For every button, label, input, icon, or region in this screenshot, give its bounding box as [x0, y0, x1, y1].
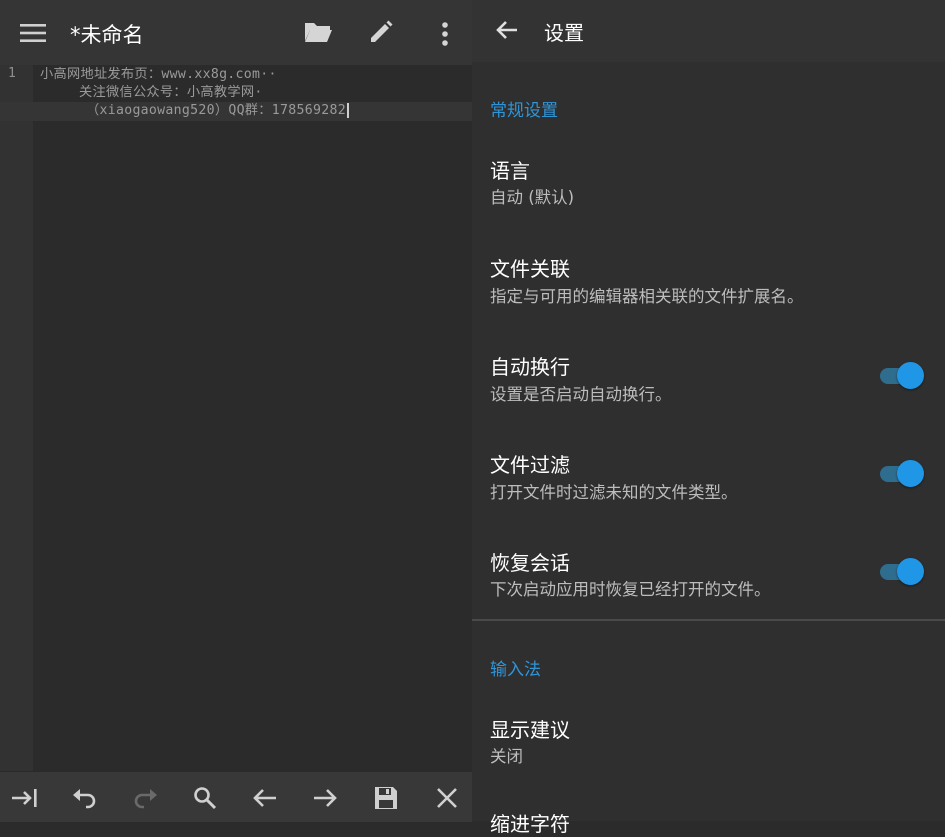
text-cursor — [346, 102, 349, 118]
arrow-right-icon[interactable] — [310, 784, 340, 812]
editor-toolbar: *未命名 — [0, 0, 472, 65]
word-wrap-toggle[interactable] — [878, 360, 924, 390]
setting-subtitle: 自动 (默认) — [490, 188, 575, 207]
close-icon[interactable] — [432, 784, 462, 812]
text-line: 小高网地址发布页：www.xx8g.com·· — [40, 67, 277, 82]
section-header-general: 常规设置 — [490, 101, 558, 121]
pencil-icon[interactable] — [364, 16, 398, 48]
arrow-left-icon[interactable] — [250, 784, 280, 812]
restore-session-toggle[interactable] — [878, 556, 924, 586]
text-line: （xiaogaowang520）QQ群：178569282 — [40, 102, 470, 120]
line-gutter — [0, 65, 33, 771]
text-line: 关注微信公众号：小高教学网· — [79, 85, 263, 100]
setting-title: 自动换行 — [490, 355, 570, 379]
more-vert-icon[interactable] — [430, 18, 460, 50]
search-icon[interactable] — [190, 784, 220, 812]
menu-icon[interactable] — [16, 18, 50, 48]
save-icon[interactable] — [371, 784, 401, 812]
toggle-knob — [897, 558, 924, 585]
setting-subtitle: 指定与可用的编辑器相关联的文件扩展名。 — [490, 287, 804, 306]
settings-toolbar: 设置 — [472, 0, 945, 62]
undo-icon[interactable] — [70, 784, 100, 812]
setting-title: 语言 — [490, 159, 530, 183]
editor-text[interactable]: 小高网地址发布页：www.xx8g.com·· 关注微信公众号：小高教学网· （… — [40, 66, 470, 120]
setting-title: 文件关联 — [490, 257, 570, 281]
section-divider — [472, 619, 945, 621]
code-editor[interactable]: 1 小高网地址发布页：www.xx8g.com·· 关注微信公众号：小高教学网·… — [0, 65, 472, 771]
settings-pane: 设置 常规设置 语言 自动 (默认) 文件关联 指定与可用的编辑器相关联的文件扩… — [472, 0, 945, 836]
file-filter-toggle[interactable] — [878, 458, 924, 488]
setting-title: 文件过滤 — [490, 453, 570, 477]
toggle-knob — [897, 460, 924, 487]
document-title: *未命名 — [70, 23, 144, 47]
setting-subtitle: 下次启动应用时恢复已经打开的文件。 — [490, 580, 771, 599]
editor-bottom-toolbar — [0, 771, 472, 822]
redo-icon[interactable] — [130, 784, 160, 812]
editor-pane: *未命名 1 小高网地址发布页：www.xx8g.com·· 关注微信公众号：小… — [0, 0, 472, 822]
folder-open-icon[interactable] — [301, 16, 335, 48]
setting-subtitle: 关闭 — [490, 747, 523, 766]
setting-title: 恢复会话 — [490, 551, 570, 575]
section-header-input: 输入法 — [490, 660, 541, 680]
settings-title: 设置 — [544, 21, 584, 45]
back-arrow-icon[interactable] — [492, 16, 522, 44]
setting-title: 缩进字符 — [490, 812, 570, 836]
setting-subtitle: 设置是否启动自动换行。 — [490, 385, 672, 404]
setting-subtitle: 打开文件时过滤未知的文件类型。 — [490, 483, 738, 502]
line-number: 1 — [8, 66, 16, 81]
toggle-knob — [897, 362, 924, 389]
tab-indent-icon[interactable] — [8, 784, 42, 812]
setting-title: 显示建议 — [490, 718, 570, 742]
